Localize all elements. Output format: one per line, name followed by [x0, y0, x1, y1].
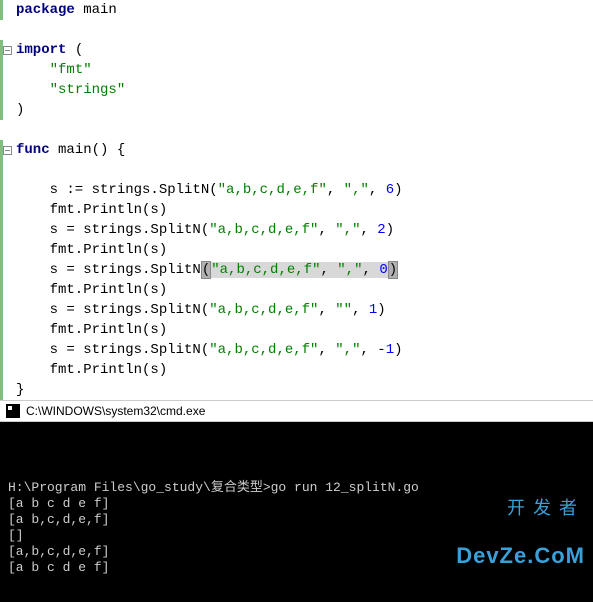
code-text: fmt.Println(s) — [14, 320, 167, 340]
code-line[interactable]: s = strings.SplitN("a,b,c,d,e,f", "", 1) — [0, 300, 593, 320]
code-line[interactable]: import ( — [0, 40, 593, 60]
cmd-icon — [6, 404, 20, 418]
code-text — [14, 120, 24, 140]
code-text: fmt.Println(s) — [14, 360, 167, 380]
terminal-titlebar: C:\WINDOWS\system32\cmd.exe — [0, 400, 593, 422]
code-line[interactable] — [0, 120, 593, 140]
code-text: ) — [14, 100, 24, 120]
code-line[interactable]: package main — [0, 0, 593, 20]
code-line[interactable]: fmt.Println(s) — [0, 320, 593, 340]
code-text: s = strings.SplitN("a,b,c,d,e,f", ",", 0… — [14, 260, 398, 280]
watermark-cn: 开发者 — [456, 500, 585, 516]
code-line[interactable] — [0, 20, 593, 40]
code-text: s = strings.SplitN("a,b,c,d,e,f", "", 1) — [14, 300, 386, 320]
code-line[interactable]: fmt.Println(s) — [0, 280, 593, 300]
code-line[interactable]: fmt.Println(s) — [0, 240, 593, 260]
code-line[interactable]: s = strings.SplitN("a,b,c,d,e,f", ",", 0… — [0, 260, 593, 280]
gutter-marker — [0, 0, 3, 20]
gutter-space — [0, 20, 14, 40]
code-text: s := strings.SplitN("a,b,c,d,e,f", ",", … — [14, 180, 403, 200]
terminal-output[interactable]: H:\Program Files\go_study\复合类型>go run 12… — [0, 422, 593, 602]
code-line[interactable]: s = strings.SplitN("a,b,c,d,e,f", ",", 2… — [0, 220, 593, 240]
code-line[interactable]: } — [0, 380, 593, 400]
code-line[interactable]: "strings" — [0, 80, 593, 100]
code-editor[interactable]: package main import ( "fmt" "strings") f… — [0, 0, 593, 400]
code-line[interactable]: s = strings.SplitN("a,b,c,d,e,f", ",", -… — [0, 340, 593, 360]
code-line[interactable]: fmt.Println(s) — [0, 200, 593, 220]
code-text: fmt.Println(s) — [14, 280, 167, 300]
code-text: "strings" — [14, 80, 125, 100]
code-line[interactable]: ) — [0, 100, 593, 120]
code-text — [14, 160, 24, 180]
code-line[interactable]: fmt.Println(s) — [0, 360, 593, 380]
code-text: } — [14, 380, 24, 400]
code-text: fmt.Println(s) — [14, 200, 167, 220]
code-text: func main() { — [14, 140, 125, 160]
gutter-marker — [0, 40, 3, 120]
gutter-space — [0, 120, 14, 140]
code-text: package main — [14, 0, 117, 20]
code-line[interactable]: func main() { — [0, 140, 593, 160]
code-text: "fmt" — [14, 60, 92, 80]
code-text: import ( — [14, 40, 83, 60]
code-text: s = strings.SplitN("a,b,c,d,e,f", ",", 2… — [14, 220, 394, 240]
code-line[interactable]: "fmt" — [0, 60, 593, 80]
code-line[interactable] — [0, 160, 593, 180]
code-line[interactable]: s := strings.SplitN("a,b,c,d,e,f", ",", … — [0, 180, 593, 200]
code-text: s = strings.SplitN("a,b,c,d,e,f", ",", -… — [14, 340, 403, 360]
code-text: fmt.Println(s) — [14, 240, 167, 260]
watermark-en: DevZe.CoM — [456, 548, 585, 564]
watermark: 开发者 DevZe.CoM — [456, 468, 585, 596]
gutter-marker — [0, 140, 3, 400]
code-text — [14, 20, 24, 40]
terminal-title: C:\WINDOWS\system32\cmd.exe — [26, 404, 205, 418]
